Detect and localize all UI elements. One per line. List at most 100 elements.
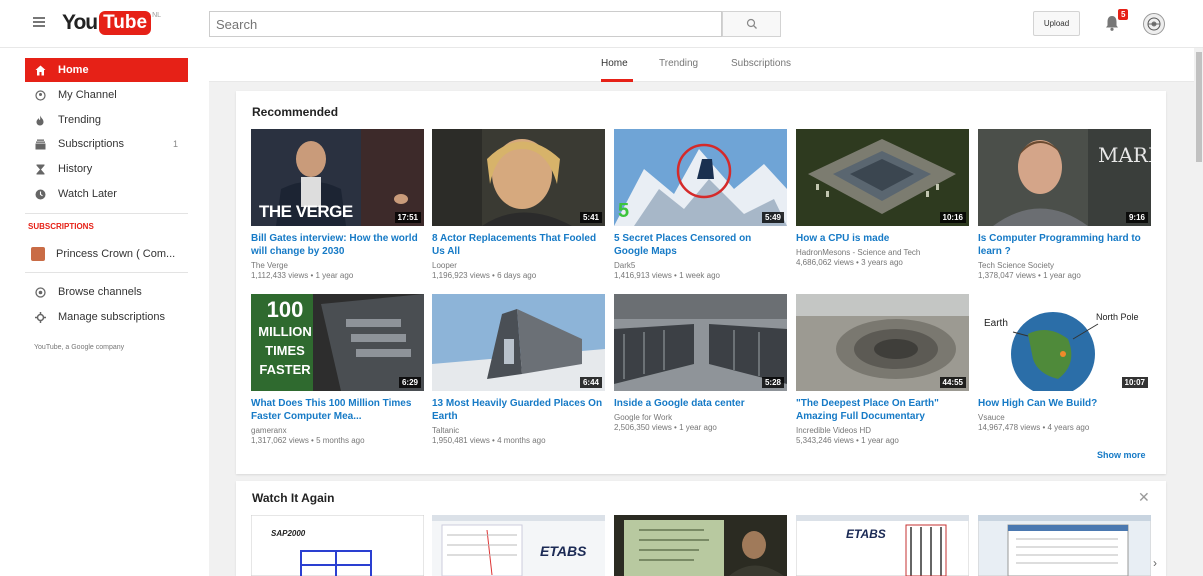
notification-badge: 5 bbox=[1118, 9, 1129, 20]
sidebar-item-label: Browse channels bbox=[58, 286, 142, 298]
video-title[interactable]: 5 Secret Places Censored on Google Maps bbox=[614, 232, 786, 258]
tab-subscriptions[interactable]: Subscriptions bbox=[731, 58, 791, 69]
close-icon[interactable]: ✕ bbox=[1138, 489, 1150, 506]
video-channel[interactable]: Taltanic bbox=[432, 426, 604, 436]
clock-icon bbox=[33, 187, 47, 201]
video-thumbnail[interactable]: Earth North Pole 10:07 bbox=[978, 294, 1151, 391]
video-meta: 1,112,433 views • 1 year ago bbox=[251, 271, 354, 280]
section-title: Recommended bbox=[252, 105, 339, 119]
video-thumbnail[interactable]: SAP2000 bbox=[251, 515, 424, 576]
video-title[interactable]: Is Computer Programming hard to learn ? bbox=[978, 232, 1150, 258]
video-thumbnail[interactable]: 5:41 bbox=[432, 129, 605, 226]
video-meta: 14,967,478 views • 4 years ago bbox=[978, 423, 1090, 432]
sidebar-item-history[interactable]: History bbox=[25, 157, 188, 181]
video-channel[interactable]: Tech Science Society bbox=[978, 261, 1150, 271]
video-thumbnail[interactable]: 5 5:49 bbox=[614, 129, 787, 226]
sidebar-divider bbox=[25, 213, 188, 214]
video-thumbnail[interactable]: 44:55 bbox=[796, 294, 969, 391]
thumbnail-caption: ETABS bbox=[846, 527, 886, 541]
tab-trending[interactable]: Trending bbox=[659, 58, 698, 69]
video-title[interactable]: How High Can We Build? bbox=[978, 397, 1150, 410]
gear-icon bbox=[33, 310, 47, 324]
thumbnail-caption: 100 MILLION TIMES FASTER bbox=[256, 298, 314, 379]
logo-tube: Tube bbox=[99, 11, 152, 35]
video-duration: 10:07 bbox=[1121, 377, 1148, 388]
youtube-logo[interactable]: You Tube NL bbox=[62, 11, 161, 35]
video-channel[interactable]: gameranx bbox=[251, 426, 423, 436]
video-channel[interactable]: HadronMesons - Science and Tech bbox=[796, 248, 968, 258]
sidebar-item-my-channel[interactable]: My Channel bbox=[25, 83, 188, 107]
video-channel[interactable]: Incredible Videos HD bbox=[796, 426, 968, 436]
video-channel[interactable]: Dark5 bbox=[614, 261, 786, 271]
sidebar-item-label: Trending bbox=[58, 114, 102, 126]
sidebar-item-home[interactable]: Home bbox=[25, 58, 188, 82]
video-title[interactable]: Inside a Google data center bbox=[614, 397, 786, 410]
video-thumbnail[interactable]: THE VERGE 17:51 bbox=[251, 129, 424, 226]
tab-home[interactable]: Home bbox=[601, 58, 628, 69]
video-meta: 1,950,481 views • 4 months ago bbox=[432, 436, 546, 445]
subscriptions-icon bbox=[33, 137, 47, 151]
channel-avatar bbox=[31, 247, 45, 261]
video-duration: 6:44 bbox=[579, 377, 602, 388]
video-title[interactable]: 13 Most Heavily Guarded Places On Earth bbox=[432, 397, 604, 423]
sidebar-item-browse-channels[interactable]: Browse channels bbox=[25, 280, 188, 304]
video-thumbnail[interactable]: 100 MILLION TIMES FASTER 6:29 bbox=[251, 294, 424, 391]
feed-tabs: Home Trending Subscriptions bbox=[209, 48, 1194, 82]
video-meta: 1,317,062 views • 5 months ago bbox=[251, 436, 365, 445]
video-thumbnail[interactable]: ETABS bbox=[432, 515, 605, 576]
sidebar-item-subscriptions[interactable]: Subscriptions 1 bbox=[25, 132, 188, 156]
video-title[interactable]: What Does This 100 Million Times Faster … bbox=[251, 397, 423, 423]
sidebar-item-manage-subscriptions[interactable]: Manage subscriptions bbox=[25, 305, 188, 329]
add-circle-icon bbox=[33, 285, 47, 299]
thumbnail-caption-line: 100 bbox=[266, 297, 304, 322]
video-title[interactable]: Bill Gates interview: How the world will… bbox=[251, 232, 423, 258]
video-title[interactable]: 8 Actor Replacements That Fooled Us All bbox=[432, 232, 604, 258]
sidebar-item-label: Manage subscriptions bbox=[58, 311, 166, 323]
video-title[interactable]: How a CPU is made bbox=[796, 232, 968, 245]
video-thumbnail[interactable]: 5:28 bbox=[614, 294, 787, 391]
thumbnail-caption: THE VERGE bbox=[259, 202, 353, 221]
video-meta: 5,343,246 views • 1 year ago bbox=[796, 436, 899, 445]
video-thumbnail[interactable]: MARK 9:16 bbox=[978, 129, 1151, 226]
sidebar-item-label: Home bbox=[58, 64, 89, 76]
video-thumbnail[interactable]: 10:16 bbox=[796, 129, 969, 226]
video-channel[interactable]: Google for Work bbox=[614, 413, 786, 423]
video-thumbnail[interactable] bbox=[978, 515, 1151, 576]
tab-active-indicator bbox=[601, 79, 633, 82]
thumbnail-caption-line: TIMES bbox=[265, 343, 305, 358]
sidebar-subscription-channel[interactable]: Princess Crown ( Com... bbox=[25, 242, 188, 266]
subscriptions-count: 1 bbox=[172, 139, 178, 149]
logo-you: You bbox=[62, 11, 98, 34]
video-duration: 44:55 bbox=[939, 377, 966, 388]
search-icon bbox=[746, 18, 757, 29]
video-duration: 9:16 bbox=[1125, 212, 1148, 223]
search-input[interactable] bbox=[209, 11, 722, 37]
video-title[interactable]: "The Deepest Place On Earth" Amazing Ful… bbox=[796, 397, 968, 423]
upload-button[interactable]: Upload bbox=[1033, 11, 1080, 36]
sidebar-item-trending[interactable]: Trending bbox=[25, 108, 188, 132]
video-thumbnail[interactable]: 6:44 bbox=[432, 294, 605, 391]
sidebar-item-watch-later[interactable]: Watch Later bbox=[25, 182, 188, 206]
svg-text:5: 5 bbox=[618, 200, 629, 222]
video-meta: 2,506,350 views • 1 year ago bbox=[614, 423, 717, 432]
thumbnail-caption: SAP2000 bbox=[271, 529, 306, 538]
show-more-button[interactable]: Show more bbox=[1097, 450, 1146, 460]
avatar[interactable] bbox=[1143, 13, 1165, 35]
video-thumbnail[interactable]: ETABS bbox=[796, 515, 969, 576]
chevron-right-icon[interactable]: › bbox=[1153, 556, 1157, 570]
video-channel[interactable]: Vsauce bbox=[978, 413, 1150, 423]
flame-icon bbox=[33, 113, 47, 127]
video-channel[interactable]: The Verge bbox=[251, 261, 423, 271]
video-meta: 1,196,923 views • 6 days ago bbox=[432, 271, 537, 280]
hourglass-icon bbox=[33, 162, 47, 176]
video-thumbnail[interactable] bbox=[614, 515, 787, 576]
sidebar-item-label: My Channel bbox=[58, 89, 117, 101]
sidebar-item-label: Princess Crown ( Com... bbox=[56, 248, 176, 260]
menu-icon[interactable] bbox=[33, 17, 45, 27]
video-duration: 5:49 bbox=[761, 212, 784, 223]
video-channel[interactable]: Looper bbox=[432, 261, 604, 271]
scrollbar-thumb[interactable] bbox=[1196, 52, 1202, 162]
avatar-icon bbox=[1147, 17, 1161, 31]
video-duration: 5:28 bbox=[761, 377, 784, 388]
search-button[interactable] bbox=[722, 11, 781, 37]
